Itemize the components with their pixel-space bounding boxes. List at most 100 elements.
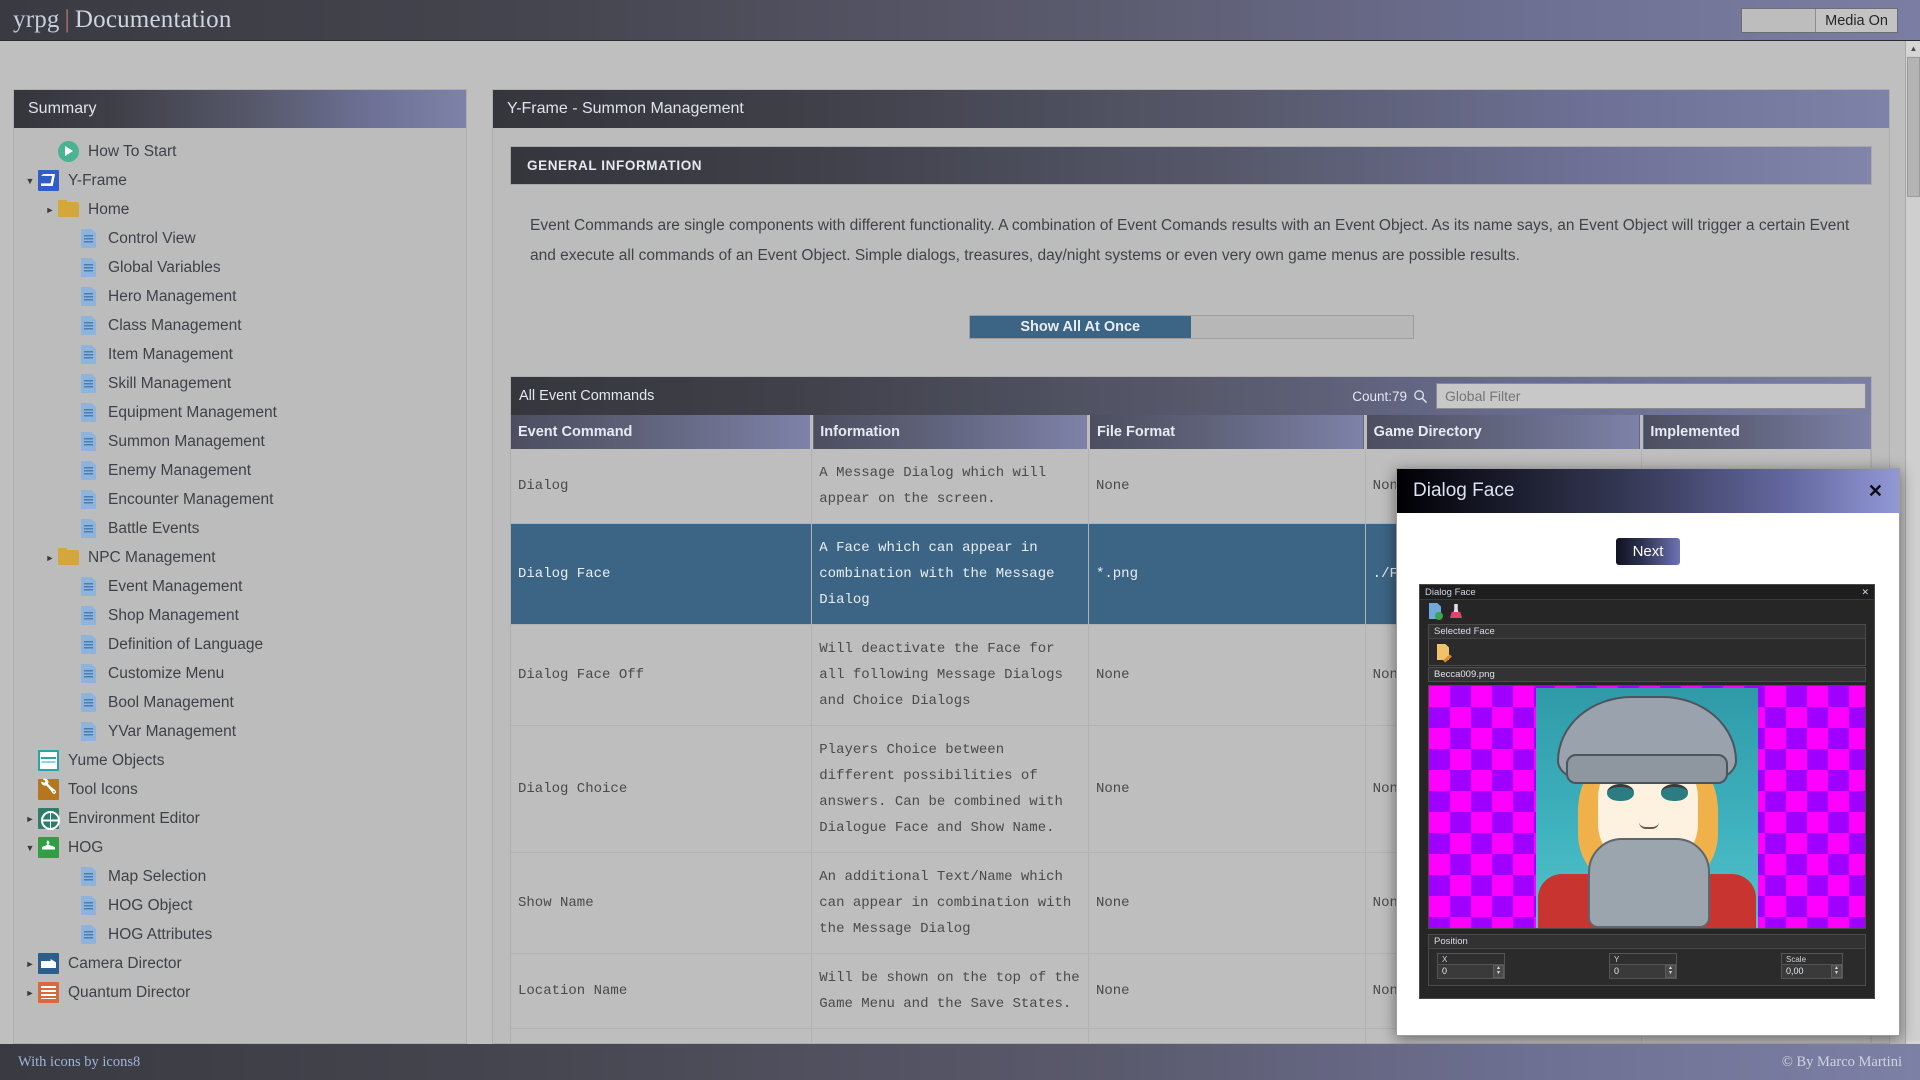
sidebar-item-label: Map Selection (108, 867, 207, 885)
sidebar-item-definition-of-language[interactable]: Definition of Language (14, 630, 466, 659)
table-cell-information: Will be shown on the top of the Game Men… (811, 953, 1089, 1029)
table-column-header[interactable]: Event Command (511, 415, 814, 449)
folder-icon (58, 547, 79, 568)
table-caption-bar: All Event Commands Count:79 (511, 377, 1871, 415)
media-toggle-track[interactable] (1742, 9, 1816, 32)
global-filter-input[interactable] (1436, 383, 1866, 409)
chevron-down-icon[interactable] (22, 176, 38, 186)
chevron-right-icon[interactable] (22, 988, 38, 998)
show-all-inactive-slot[interactable] (1191, 316, 1413, 338)
document-icon (78, 866, 99, 887)
sidebar-item-hero-management[interactable]: Hero Management (14, 282, 466, 311)
table-cell-information: Will deactivate the Face for all followi… (811, 624, 1089, 726)
sidebar-item-hog-attributes[interactable]: HOG Attributes (14, 920, 466, 949)
app-brand: yrpg | Documentation (13, 6, 232, 34)
sidebar-item-skill-management[interactable]: Skill Management (14, 369, 466, 398)
sidebar-item-how-to-start[interactable]: How To Start (14, 137, 466, 166)
brand-name: yrpg (13, 6, 60, 33)
show-all-button[interactable]: Show All At Once (969, 316, 1191, 338)
sidebar-item-label: YVar Management (108, 722, 237, 740)
sidebar-item-label: Yume Objects (68, 751, 165, 769)
play-icon (58, 141, 79, 162)
chevron-right-icon[interactable] (42, 553, 58, 563)
sidebar-item-encounter-management[interactable]: Encounter Management (14, 485, 466, 514)
sidebar-item-camera-director[interactable]: Camera Director (14, 949, 466, 978)
sidebar-item-tool-icons[interactable]: Tool Icons (14, 775, 466, 804)
editor-window-title: Dialog Face (1425, 586, 1476, 598)
sidebar-item-item-management[interactable]: Item Management (14, 340, 466, 369)
sidebar-item-control-view[interactable]: Control View (14, 224, 466, 253)
sidebar-item-shop-management[interactable]: Shop Management (14, 601, 466, 630)
table-column-header[interactable]: Information (811, 415, 1090, 449)
table-cell-command: Dialog Face (511, 523, 813, 625)
show-all-segmented-control[interactable]: Show All At Once (968, 315, 1414, 339)
page-scrollbar[interactable]: ▲ ▼ (1905, 41, 1920, 1080)
search-icon[interactable] (1413, 389, 1428, 404)
sidebar-item-equipment-management[interactable]: Equipment Management (14, 398, 466, 427)
chevron-down-icon[interactable] (22, 843, 38, 853)
x-field-stepper[interactable]: ▲ ▼ (1493, 964, 1504, 978)
y-field-stepper[interactable]: ▲ ▼ (1665, 964, 1676, 978)
sidebar-item-label: HOG (68, 838, 104, 856)
chevron-right-icon[interactable] (42, 205, 58, 215)
portrait-hat-brim (1566, 754, 1728, 784)
table-cell-file-format: None (1088, 953, 1366, 1029)
document-icon (78, 344, 99, 365)
sidebar-item-npc-management[interactable]: NPC Management (14, 543, 466, 572)
new-file-icon (1428, 603, 1443, 620)
y-field[interactable]: Y 0 ▲ ▼ (1609, 952, 1677, 981)
sidebar-item-bool-management[interactable]: Bool Management (14, 688, 466, 717)
document-icon (78, 576, 99, 597)
table-column-header[interactable]: Implemented (1641, 415, 1871, 449)
chevron-right-icon[interactable] (22, 814, 38, 824)
chevron-right-icon[interactable] (22, 959, 38, 969)
sidebar-item-label: Customize Menu (108, 664, 225, 682)
table-cell-command: Location Name (511, 953, 813, 1029)
table-cell-information: A Face which can appear in combination w… (811, 523, 1089, 625)
sidebar-item-label: Enemy Management (108, 461, 252, 479)
sidebar-item-map-selection[interactable]: Map Selection (14, 862, 466, 891)
sidebar-item-hog-object[interactable]: HOG Object (14, 891, 466, 920)
sidebar-item-enemy-management[interactable]: Enemy Management (14, 456, 466, 485)
hand-icon (38, 837, 59, 858)
sidebar-item-environment-editor[interactable]: Environment Editor (14, 804, 466, 833)
show-all-toggle-row: Show All At Once (510, 315, 1872, 339)
editor-screenshot: Dialog Face ✕ Selected Face Becca009.png (1419, 584, 1875, 999)
sidebar-item-event-management[interactable]: Event Management (14, 572, 466, 601)
scale-field-stepper[interactable]: ▲ ▼ (1831, 964, 1842, 978)
media-toggle-label[interactable]: Media On (1815, 9, 1897, 32)
sidebar-item-summon-management[interactable]: Summon Management (14, 427, 466, 456)
table-cell-file-format: None (1088, 852, 1366, 954)
table-header-row: Event Command Information File Format Game … (511, 415, 1871, 449)
footer-credit-left: With icons by icons8 (18, 1053, 141, 1070)
table-cell-file-format: None (1088, 725, 1366, 853)
sidebar-item-hog[interactable]: HOG (14, 833, 466, 862)
table-column-header[interactable]: Game Directory (1365, 415, 1644, 449)
sidebar-tree: How To Start Y-Frame Home Control View Globa… (14, 128, 466, 1007)
scrollbar-thumb[interactable] (1907, 57, 1920, 197)
media-toggle[interactable]: Media On (1741, 8, 1898, 33)
sidebar-item-yvar-management[interactable]: YVar Management (14, 717, 466, 746)
sidebar-item-y-frame[interactable]: Y-Frame (14, 166, 466, 195)
next-button[interactable]: Next (1616, 538, 1680, 565)
globe-icon (38, 808, 60, 830)
sidebar-item-class-management[interactable]: Class Management (14, 311, 466, 340)
sidebar-item-home[interactable]: Home (14, 195, 466, 224)
document-icon (78, 721, 99, 742)
document-icon (78, 228, 99, 249)
face-file-name: Becca009.png (1428, 667, 1866, 682)
y-field-label: Y (1609, 952, 1677, 964)
document-icon (78, 663, 99, 684)
sidebar-item-label: Home (88, 200, 130, 218)
table-column-header[interactable]: File Format (1088, 415, 1367, 449)
sidebar-item-quantum-director[interactable]: Quantum Director (14, 978, 466, 1007)
sidebar-item-customize-menu[interactable]: Customize Menu (14, 659, 466, 688)
scale-field[interactable]: Scale 0,00 ▲ ▼ (1781, 952, 1843, 981)
x-field[interactable]: X 0 ▲ ▼ (1437, 952, 1505, 981)
sidebar-item-battle-events[interactable]: Battle Events (14, 514, 466, 543)
sidebar-item-label: How To Start (88, 142, 177, 160)
scroll-up-icon[interactable]: ▲ (1906, 41, 1920, 56)
close-icon[interactable]: ✕ (1868, 481, 1883, 502)
sidebar-item-yume-objects[interactable]: Yume Objects (14, 746, 466, 775)
sidebar-item-global-variables[interactable]: Global Variables (14, 253, 466, 282)
